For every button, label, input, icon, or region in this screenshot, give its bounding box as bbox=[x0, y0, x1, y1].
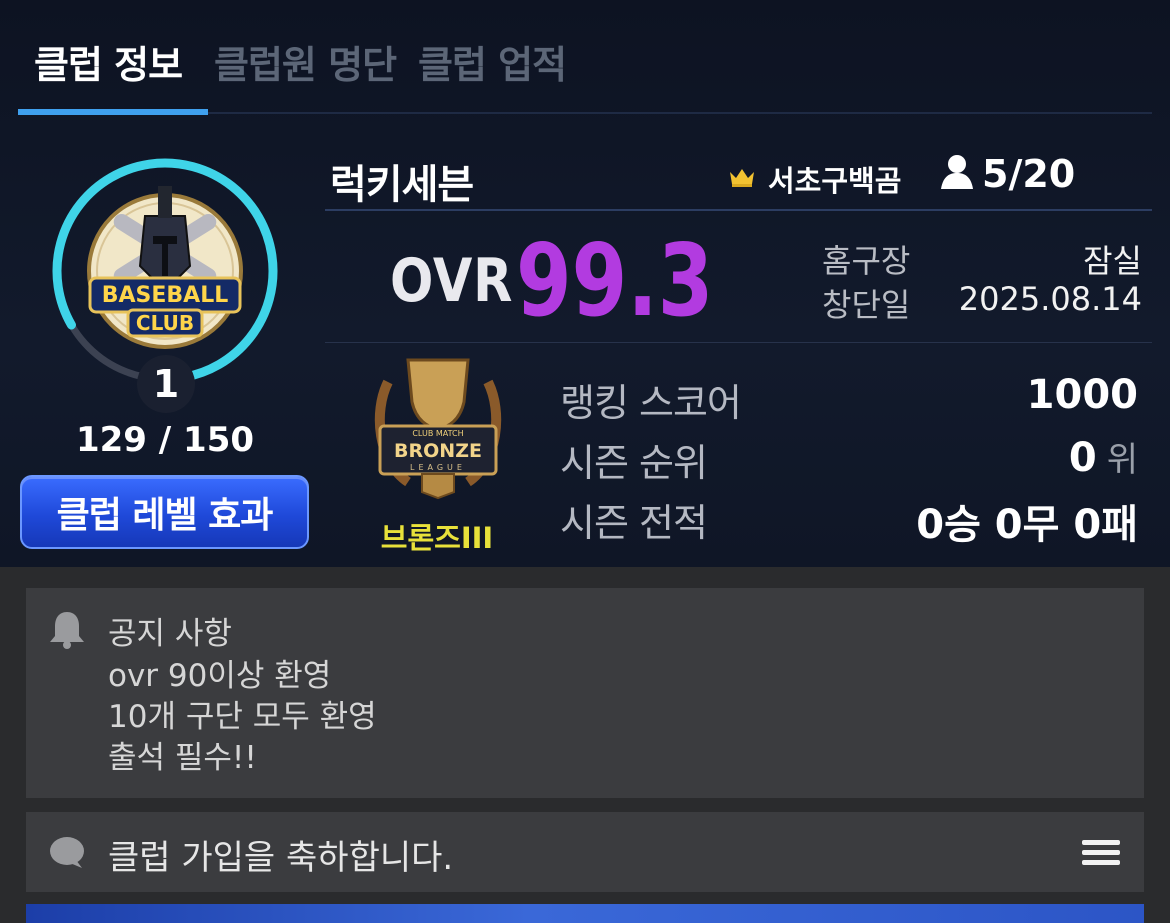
notice-line: 출석 필수!! bbox=[108, 740, 257, 776]
active-tab-indicator bbox=[18, 109, 208, 115]
notice-content: ovr 90이상 환영 10개 구단 모두 환영 출석 필수!! bbox=[108, 656, 377, 780]
tab-bar: 클럽 정보 클럽원 명단 클럽 업적 bbox=[18, 0, 1152, 116]
club-level-badge: 1 bbox=[137, 355, 195, 413]
tab-club-info[interactable]: 클럽 정보 bbox=[34, 34, 183, 89]
bell-icon bbox=[48, 610, 86, 654]
season-rank-label: 시즌 순위 bbox=[560, 441, 708, 485]
notice-line: ovr 90이상 환영 bbox=[108, 658, 332, 694]
hamburger-menu-icon[interactable] bbox=[1082, 838, 1120, 872]
club-emblem: BASEBALL CLUB bbox=[87, 186, 243, 349]
ranking-score-value: 1000 bbox=[1026, 372, 1138, 418]
ranking-score-label: 랭킹 스코어 bbox=[560, 381, 742, 425]
season-rank-value: 0위 bbox=[1068, 435, 1138, 481]
ovr-value: 99.3 bbox=[516, 222, 714, 339]
club-name: 럭키세븐 bbox=[330, 162, 474, 208]
club-chat-bar[interactable]: 클럽 가입을 축하합니다. bbox=[26, 812, 1144, 892]
founded-date-label: 창단일 bbox=[822, 286, 911, 324]
member-count-text: 5/20 bbox=[982, 152, 1076, 196]
svg-text:CLUB: CLUB bbox=[136, 311, 194, 335]
person-icon bbox=[940, 154, 974, 194]
section-divider bbox=[325, 342, 1152, 343]
svg-text:BASEBALL: BASEBALL bbox=[102, 283, 229, 308]
season-record-value: 0승 0무 0패 bbox=[916, 502, 1138, 548]
tab-club-achievements[interactable]: 클럽 업적 bbox=[418, 34, 567, 89]
bottom-banner-edge bbox=[26, 904, 1144, 923]
notice-panel[interactable]: 공지 사항 ovr 90이상 환영 10개 구단 모두 환영 출석 필수!! bbox=[26, 588, 1144, 798]
ovr-label: OVR bbox=[390, 246, 514, 316]
club-level-effect-button[interactable]: 클럽 레벨 효과 bbox=[20, 475, 309, 549]
chat-message: 클럽 가입을 축하합니다. bbox=[108, 838, 454, 878]
header-divider bbox=[325, 209, 1152, 211]
member-count: 5/20 bbox=[940, 152, 1075, 196]
club-leader: 서초구백곰 bbox=[728, 158, 901, 200]
svg-text:LEAGUE: LEAGUE bbox=[410, 463, 466, 472]
club-level-ring: BASEBALL CLUB bbox=[50, 156, 280, 386]
club-exp-text: 129 / 150 bbox=[75, 420, 255, 460]
crown-icon bbox=[728, 166, 756, 192]
chat-bubble-icon bbox=[48, 836, 86, 874]
svg-text:BRONZE: BRONZE bbox=[394, 440, 482, 462]
home-stadium-value: 잠실 bbox=[1083, 242, 1142, 280]
notice-line: 10개 구단 모두 환영 bbox=[108, 699, 377, 735]
home-stadium-label: 홈구장 bbox=[822, 242, 911, 280]
club-leader-name: 서초구백곰 bbox=[768, 164, 902, 198]
tier-name: 브론즈III bbox=[380, 521, 494, 555]
svg-text:CLUB MATCH: CLUB MATCH bbox=[412, 429, 463, 438]
season-record-label: 시즌 전적 bbox=[560, 501, 708, 545]
bronze-league-badge: CLUB MATCH BRONZE LEAGUE bbox=[368, 352, 508, 500]
club-info-panel: 클럽 정보 클럽원 명단 클럽 업적 BASEBALL CLUB 1 129 /… bbox=[0, 0, 1170, 567]
notice-title: 공지 사항 bbox=[108, 616, 232, 652]
founded-date-value: 2025.08.14 bbox=[958, 280, 1142, 318]
tab-member-list[interactable]: 클럽원 명단 bbox=[214, 34, 397, 89]
